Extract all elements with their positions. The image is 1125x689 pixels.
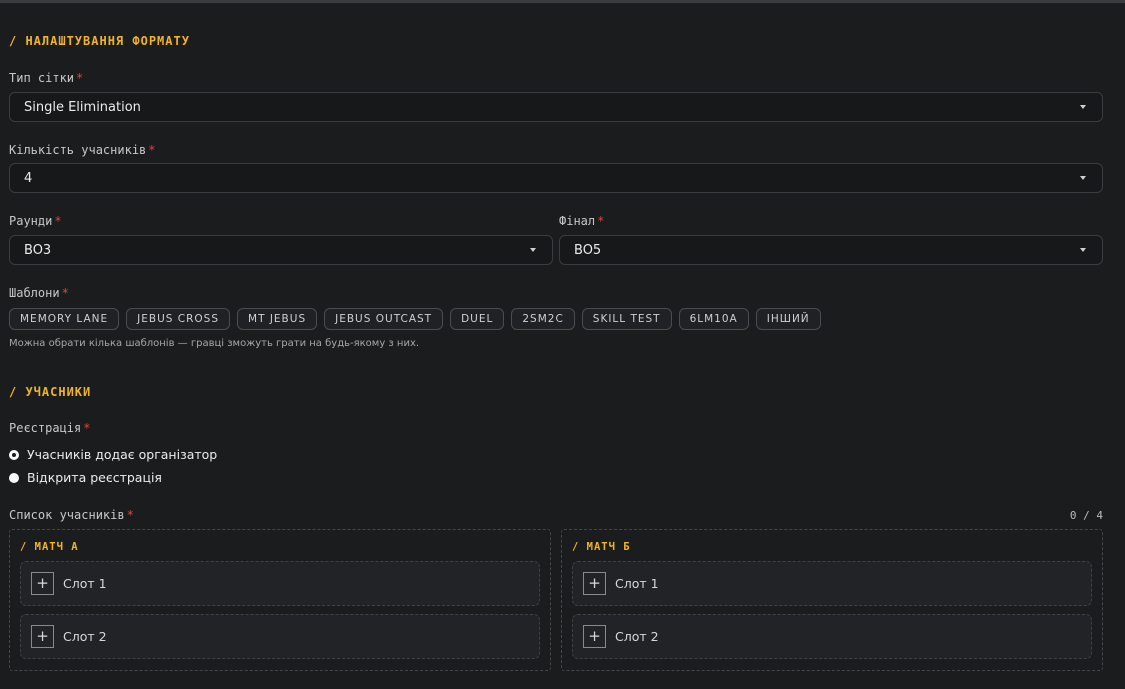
bracket-type-value: Single Elimination [24,99,141,115]
plus-icon[interactable]: + [31,625,54,648]
required-marker: * [126,508,134,522]
template-chip-duel[interactable]: DUEL [450,308,505,330]
required-marker: * [83,421,91,435]
chevron-down-icon [1080,105,1086,109]
top-divider [0,0,1125,3]
registration-option-organizer[interactable]: Учасників додає організатор [9,447,217,462]
final-label: Фінал * [559,214,605,228]
match-title: / МАТЧ А [20,541,79,553]
rounds-value: BO3 [24,242,52,258]
final-value: BO5 [574,242,602,258]
match-card-a: / МАТЧ А + Слот 1 + Слот 2 [9,529,551,671]
plus-icon[interactable]: + [583,572,606,595]
registration-label: Реєстрація * [9,421,91,435]
registration-option-label: Учасників додає організатор [27,447,218,462]
slot-label: Слот 1 [63,576,107,591]
participants-counter: 0 / 4 [1069,509,1103,522]
participants-section-title: / УЧАСНИКИ [9,385,92,399]
bracket-type-select[interactable]: Single Elimination [9,92,1103,122]
required-marker: * [76,71,84,85]
final-select[interactable]: BO5 [559,235,1103,265]
rounds-label: Раунди * [9,214,62,228]
required-marker: * [148,143,156,157]
template-chip-memory-lane[interactable]: MEMORY LANE [9,308,120,330]
chevron-down-icon [1080,248,1086,252]
template-chip-skill-test[interactable]: SKILL TEST [581,308,672,330]
required-marker: * [61,286,69,300]
match-b-slot-1[interactable]: + Слот 1 [572,561,1092,606]
chevron-down-icon [1080,176,1086,180]
match-card-b: / МАТЧ Б + Слот 1 + Слот 2 [561,529,1103,671]
match-title: / МАТЧ Б [572,541,631,553]
participants-count-label: Кількість учасників * [9,143,156,157]
template-chip-jebus-outcast[interactable]: JEBUS OUTCAST [324,308,444,330]
bracket-type-label: Тип сітки * [9,71,84,85]
radio-checked-icon[interactable] [9,449,19,460]
radio-unchecked-icon[interactable] [9,472,19,483]
participants-list-label: Список учасників * [9,508,134,522]
template-chip-other[interactable]: ІНШИЙ [755,308,821,330]
slot-label: Слот 2 [615,629,659,644]
template-chip-2sm2c[interactable]: 2SM2C [511,308,575,330]
match-b-slot-2[interactable]: + Слот 2 [572,614,1092,659]
participants-count-value: 4 [24,170,33,186]
rounds-select[interactable]: BO3 [9,235,553,265]
templates-label: Шаблони * [9,286,69,300]
slot-label: Слот 2 [63,629,107,644]
required-marker: * [54,214,62,228]
participants-count-select[interactable]: 4 [9,163,1103,193]
templates-hint: Можна обрати кілька шаблонів — гравці зм… [9,338,420,349]
registration-option-open[interactable]: Відкрита реєстрація [9,470,162,485]
format-section-title: / НАЛАШТУВАННЯ ФОРМАТУ [9,34,190,48]
plus-icon[interactable]: + [31,572,54,595]
plus-icon[interactable]: + [583,625,606,648]
match-a-slot-1[interactable]: + Слот 1 [20,561,540,606]
match-a-slot-2[interactable]: + Слот 2 [20,614,540,659]
chevron-down-icon [530,248,536,252]
slot-label: Слот 1 [615,576,659,591]
required-marker: * [597,214,605,228]
registration-option-label: Відкрита реєстрація [27,470,162,485]
template-chips: MEMORY LANE JEBUS CROSS MT JEBUS JEBUS O… [9,308,821,330]
template-chip-jebus-cross[interactable]: JEBUS CROSS [126,308,231,330]
template-chip-mt-jebus[interactable]: MT JEBUS [237,308,318,330]
template-chip-6lm10a[interactable]: 6LM10A [678,308,749,330]
